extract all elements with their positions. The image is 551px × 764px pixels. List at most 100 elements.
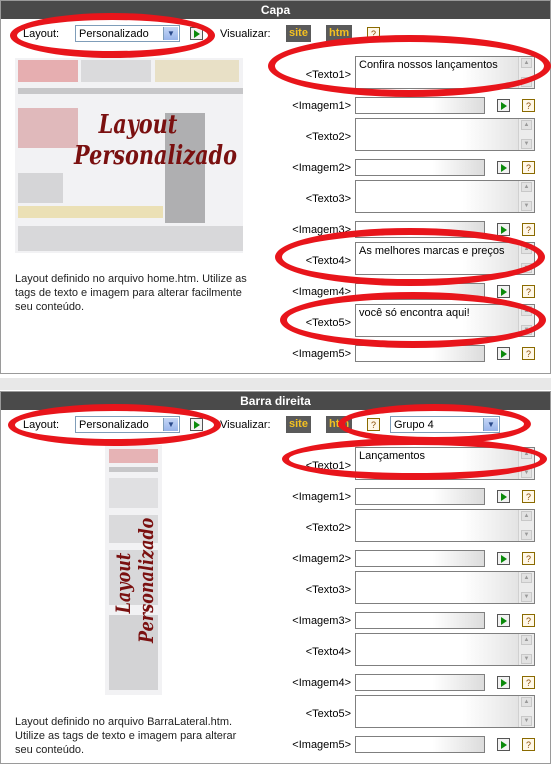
capa-view-label: Visualizar: bbox=[220, 28, 271, 40]
barra-text-field[interactable]: ▲ ▼ bbox=[355, 509, 535, 542]
capa-field-label: <Imagem3> bbox=[292, 224, 351, 236]
barra-text-field-value: Lançamentos bbox=[359, 450, 426, 462]
scroll-up-icon[interactable]: ▲ bbox=[521, 511, 532, 521]
barra-view-site-button[interactable]: site bbox=[286, 416, 311, 433]
capa-layout-select[interactable]: Personalizado ▼ bbox=[75, 25, 180, 42]
scroll-down-icon[interactable]: ▼ bbox=[521, 139, 532, 149]
play-arrow-icon[interactable] bbox=[497, 490, 510, 503]
scroll-down-icon[interactable]: ▼ bbox=[521, 201, 532, 211]
scroll-down-icon[interactable]: ▼ bbox=[521, 263, 532, 273]
barra-text-field[interactable]: ▲ ▼ bbox=[355, 695, 535, 728]
capa-image-field[interactable] bbox=[355, 345, 485, 362]
scrollbar[interactable]: ▲ ▼ bbox=[518, 181, 534, 212]
play-arrow-icon[interactable] bbox=[497, 614, 510, 627]
capa-layout-apply-button[interactable] bbox=[190, 27, 203, 40]
capa-text-field[interactable]: ▲ ▼ bbox=[355, 180, 535, 213]
capa-text-field[interactable]: As melhores marcas e preços ▲ ▼ bbox=[355, 242, 535, 275]
scrollbar[interactable]: ▲ ▼ bbox=[518, 510, 534, 541]
scroll-down-icon[interactable]: ▼ bbox=[521, 77, 532, 87]
scrollbar[interactable]: ▲ ▼ bbox=[518, 696, 534, 727]
play-arrow-icon[interactable] bbox=[497, 99, 510, 112]
help-icon[interactable]: ? bbox=[522, 676, 535, 689]
capa-description: Layout definido no arquivo home.htm. Uti… bbox=[15, 273, 247, 313]
barra-text-field[interactable]: Lançamentos ▲ ▼ bbox=[355, 447, 535, 480]
capa-field-label: <Texto4> bbox=[305, 255, 351, 267]
capa-image-field[interactable] bbox=[355, 283, 485, 300]
barra-group-select[interactable]: Grupo 4 ▼ bbox=[390, 416, 500, 433]
barra-text-field[interactable]: ▲ ▼ bbox=[355, 571, 535, 604]
scroll-up-icon[interactable]: ▲ bbox=[521, 58, 532, 68]
scrollbar[interactable]: ▲ ▼ bbox=[518, 572, 534, 603]
capa-image-field[interactable] bbox=[355, 221, 485, 238]
chevron-down-icon: ▼ bbox=[483, 418, 498, 431]
scroll-up-icon[interactable]: ▲ bbox=[521, 449, 532, 459]
barra-image-field[interactable] bbox=[355, 488, 485, 505]
barra-description: Layout definido no arquivo BarraLateral.… bbox=[15, 716, 237, 756]
capa-image-field[interactable] bbox=[355, 97, 485, 114]
help-icon[interactable]: ? bbox=[522, 99, 535, 112]
play-arrow-icon[interactable] bbox=[497, 161, 510, 174]
barra-field-label: <Imagem2> bbox=[292, 553, 351, 565]
scroll-up-icon[interactable]: ▲ bbox=[521, 573, 532, 583]
play-arrow-icon[interactable] bbox=[497, 738, 510, 751]
capa-view-htm-button[interactable]: htm bbox=[326, 25, 353, 42]
scroll-up-icon[interactable]: ▲ bbox=[521, 697, 532, 707]
help-icon[interactable]: ? bbox=[522, 223, 535, 236]
barra-view-htm-button[interactable]: htm bbox=[326, 416, 353, 433]
scrollbar[interactable]: ▲ ▼ bbox=[518, 634, 534, 665]
capa-image-field[interactable] bbox=[355, 159, 485, 176]
scrollbar[interactable]: ▲ ▼ bbox=[518, 243, 534, 274]
scrollbar[interactable]: ▲ ▼ bbox=[518, 57, 534, 88]
barra-help-icon[interactable]: ? bbox=[367, 418, 380, 431]
capa-text-field-value: Confira nossos lançamentos bbox=[359, 59, 498, 71]
scroll-up-icon[interactable]: ▲ bbox=[521, 635, 532, 645]
barra-image-field[interactable] bbox=[355, 736, 485, 753]
barra-group-select-value: Grupo 4 bbox=[394, 419, 434, 431]
help-icon[interactable]: ? bbox=[522, 552, 535, 565]
help-icon[interactable]: ? bbox=[522, 614, 535, 627]
barra-layout-apply-button[interactable] bbox=[190, 418, 203, 431]
scroll-up-icon[interactable]: ▲ bbox=[521, 244, 532, 254]
capa-field-label: <Texto2> bbox=[305, 131, 351, 143]
capa-title: Capa bbox=[1, 1, 550, 19]
scrollbar[interactable]: ▲ ▼ bbox=[518, 305, 534, 336]
capa-field-label: <Texto5> bbox=[305, 317, 351, 329]
scroll-down-icon[interactable]: ▼ bbox=[521, 530, 532, 540]
scrollbar[interactable]: ▲ ▼ bbox=[518, 448, 534, 479]
scrollbar[interactable]: ▲ ▼ bbox=[518, 119, 534, 150]
capa-view-site-button[interactable]: site bbox=[286, 25, 311, 42]
capa-layout-label: Layout: bbox=[23, 28, 60, 40]
chevron-down-icon: ▼ bbox=[163, 27, 178, 40]
scroll-up-icon[interactable]: ▲ bbox=[521, 306, 532, 316]
scroll-down-icon[interactable]: ▼ bbox=[521, 716, 532, 726]
barra-text-field[interactable]: ▲ ▼ bbox=[355, 633, 535, 666]
capa-field-label: <Imagem5> bbox=[292, 348, 351, 360]
capa-text-field[interactable]: você só encontra aqui! ▲ ▼ bbox=[355, 304, 535, 337]
help-icon[interactable]: ? bbox=[522, 347, 535, 360]
capa-text-field[interactable]: Confira nossos lançamentos ▲ ▼ bbox=[355, 56, 535, 89]
scroll-down-icon[interactable]: ▼ bbox=[521, 592, 532, 602]
help-icon[interactable]: ? bbox=[522, 738, 535, 751]
play-arrow-icon[interactable] bbox=[497, 223, 510, 236]
capa-help-icon[interactable]: ? bbox=[367, 27, 380, 40]
barra-layout-select[interactable]: Personalizado ▼ bbox=[75, 416, 180, 433]
help-icon[interactable]: ? bbox=[522, 285, 535, 298]
play-arrow-icon[interactable] bbox=[497, 676, 510, 689]
barra-image-field[interactable] bbox=[355, 674, 485, 691]
capa-field-label: <Texto1> bbox=[305, 69, 351, 81]
barra-image-field[interactable] bbox=[355, 550, 485, 567]
scroll-up-icon[interactable]: ▲ bbox=[521, 120, 532, 130]
scroll-down-icon[interactable]: ▼ bbox=[521, 325, 532, 335]
scroll-down-icon[interactable]: ▼ bbox=[521, 654, 532, 664]
capa-watermark: Layout Personalizado bbox=[74, 110, 237, 172]
play-arrow-icon[interactable] bbox=[497, 285, 510, 298]
chevron-down-icon: ▼ bbox=[163, 418, 178, 431]
scroll-up-icon[interactable]: ▲ bbox=[521, 182, 532, 192]
barra-image-field[interactable] bbox=[355, 612, 485, 629]
play-arrow-icon[interactable] bbox=[497, 552, 510, 565]
help-icon[interactable]: ? bbox=[522, 490, 535, 503]
capa-text-field[interactable]: ▲ ▼ bbox=[355, 118, 535, 151]
help-icon[interactable]: ? bbox=[522, 161, 535, 174]
scroll-down-icon[interactable]: ▼ bbox=[521, 468, 532, 478]
play-arrow-icon[interactable] bbox=[497, 347, 510, 360]
